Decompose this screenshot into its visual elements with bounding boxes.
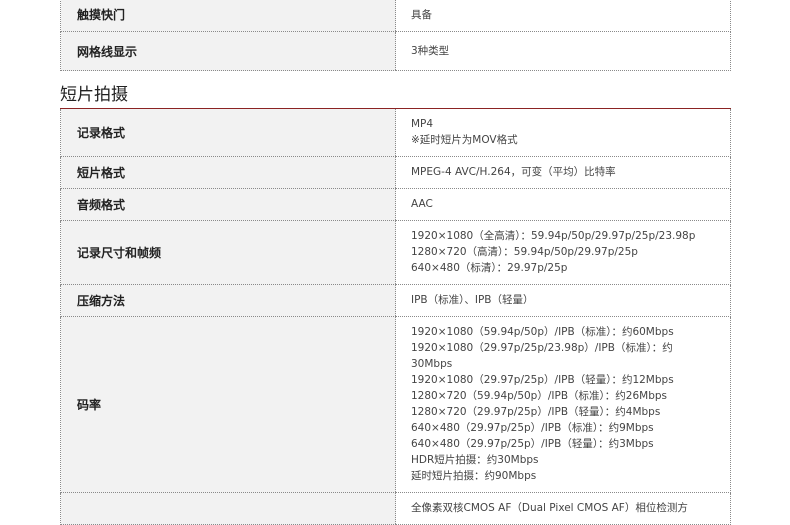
- table-row: 码率 1920×1080（59.94p/50p）/IPB（标准）：约60Mbps…: [60, 316, 731, 493]
- table-row: 记录格式 MP4 ※延时短片为MOV格式: [60, 109, 731, 157]
- table-row: 全像素双核CMOS AF（Dual Pixel CMOS AF）相位检测方: [60, 492, 731, 525]
- section-title: 短片拍摄: [60, 85, 128, 105]
- spec-table-movie: 记录格式 MP4 ※延时短片为MOV格式 短片格式 MPEG-4 AVC/H.2…: [60, 109, 731, 525]
- row-label-bitrate: 码率: [60, 316, 396, 493]
- row-label-grid-display: 网格线显示: [60, 31, 396, 71]
- row-value-size-framerate: 1920×1080（全高清）：59.94p/50p/29.97p/25p/23.…: [395, 220, 731, 285]
- row-value-grid-display: 3种类型: [395, 31, 731, 71]
- row-label-size-framerate: 记录尺寸和帧频: [60, 220, 396, 285]
- row-value-bitrate: 1920×1080（59.94p/50p）/IPB（标准）：约60Mbps 19…: [395, 316, 731, 493]
- table-row: 记录尺寸和帧频 1920×1080（全高清）：59.94p/50p/29.97p…: [60, 220, 731, 285]
- table-row: 网格线显示 3种类型: [60, 31, 731, 71]
- row-value-touch-shutter: 具备: [395, 0, 731, 32]
- row-label-af: [60, 492, 396, 525]
- row-label-movie-format: 短片格式: [60, 156, 396, 189]
- row-value-record-format: MP4 ※延时短片为MOV格式: [395, 109, 731, 157]
- row-value-movie-format: MPEG-4 AVC/H.264，可变（平均）比特率: [395, 156, 731, 189]
- table-row: 压缩方法 IPB（标准）、IPB（轻量）: [60, 284, 731, 317]
- spec-table-continued: 触摸快门 具备 网格线显示 3种类型: [60, 0, 731, 71]
- table-row: 触摸快门 具备: [60, 0, 731, 32]
- row-label-audio-format: 音频格式: [60, 188, 396, 221]
- row-label-record-format: 记录格式: [60, 109, 396, 157]
- table-row: 音频格式 AAC: [60, 188, 731, 221]
- row-label-touch-shutter: 触摸快门: [60, 0, 396, 32]
- row-label-compression: 压缩方法: [60, 284, 396, 317]
- table-row: 短片格式 MPEG-4 AVC/H.264，可变（平均）比特率: [60, 156, 731, 189]
- row-value-audio-format: AAC: [395, 188, 731, 221]
- row-value-compression: IPB（标准）、IPB（轻量）: [395, 284, 731, 317]
- row-value-af: 全像素双核CMOS AF（Dual Pixel CMOS AF）相位检测方: [395, 492, 731, 525]
